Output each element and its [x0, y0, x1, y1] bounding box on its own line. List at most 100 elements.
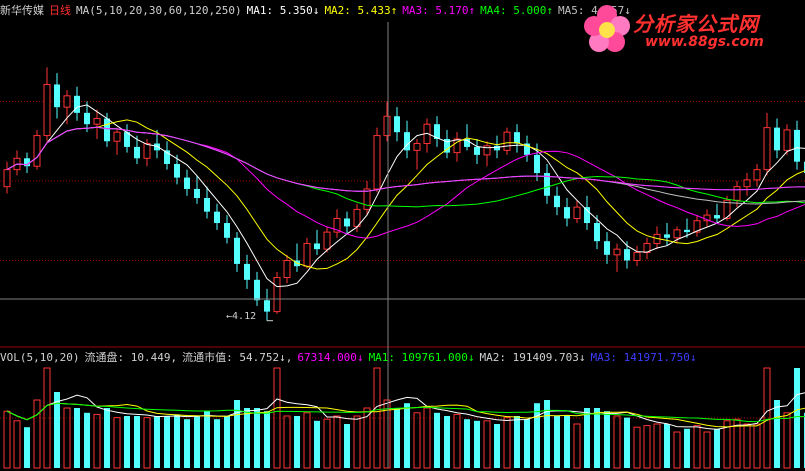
candle-body	[673, 229, 681, 239]
volume-bar	[184, 419, 190, 468]
candle-body	[3, 169, 11, 188]
ma3-value: MA3: 5.170↑	[402, 4, 476, 17]
volume-bar	[643, 425, 651, 469]
volume-bar	[613, 415, 621, 469]
candle-body	[204, 198, 210, 212]
volume-bar	[444, 416, 450, 468]
candle-body	[113, 131, 121, 142]
volume-bar	[763, 367, 771, 469]
vol-ma2: MA2: 191409.703↓	[479, 351, 586, 364]
candle-body	[743, 179, 751, 188]
volume-bar	[174, 414, 180, 468]
candle-body	[273, 277, 281, 313]
candle-body	[373, 135, 381, 190]
volume-header: VOL(5,10,20) 流通盘: 10.449, 流通市值: 54.752↓, 67…	[0, 350, 701, 366]
candle-body	[184, 177, 190, 189]
volume-bar	[534, 403, 540, 468]
candle-body	[763, 127, 771, 171]
volume-bar	[794, 368, 800, 468]
volume-bar	[43, 367, 51, 469]
volume-bar	[353, 415, 361, 469]
volume-bar	[333, 415, 341, 469]
candle-body	[303, 242, 311, 267]
candle-body	[413, 143, 421, 151]
candle-body	[783, 129, 791, 151]
candle-body	[54, 84, 60, 108]
volume-bar	[104, 408, 110, 468]
logo-text: 分析家公式网	[633, 12, 759, 36]
volume-bar	[423, 407, 431, 469]
volume-bar	[344, 424, 350, 468]
volume-bar	[404, 403, 410, 468]
candle-body	[383, 115, 391, 137]
low-price-value: 4.12	[232, 311, 257, 322]
volume-bar	[604, 411, 610, 468]
volume-bar	[584, 408, 590, 468]
ma-params: MA(5,10,20,30,60,120,250)	[76, 4, 242, 17]
volume-bar	[483, 420, 491, 469]
candle-body	[604, 241, 610, 255]
candle-body	[514, 132, 520, 144]
kline-chart[interactable]	[0, 0, 805, 471]
candle-body	[684, 229, 690, 233]
vol-value: 67314.000↓	[297, 351, 364, 364]
volume-bar	[124, 416, 130, 468]
volume-bar	[244, 408, 250, 468]
volume-bar	[113, 417, 121, 469]
volume-bar	[194, 416, 200, 468]
candle-body	[503, 131, 511, 151]
candle-body	[143, 143, 151, 159]
volume-bar	[33, 399, 41, 469]
candle-body	[344, 218, 350, 227]
volume-bar	[84, 412, 90, 468]
volume-bar	[164, 416, 170, 468]
candle-body	[254, 279, 260, 301]
candle-body	[664, 234, 670, 238]
candle-body	[494, 145, 500, 151]
candle-body	[84, 112, 90, 125]
logo-url: www.88gs.com	[645, 34, 764, 50]
candle-body	[613, 248, 621, 256]
ma1-line	[6, 104, 805, 288]
volume-bar	[323, 418, 331, 469]
volume-bar	[204, 411, 210, 468]
candle-body	[283, 260, 291, 279]
site-logo: 分析家公式网 www.88gs.com	[579, 2, 799, 56]
low-price-label: ←4.12	[226, 311, 257, 322]
ma2-value: MA2: 5.433↑	[324, 4, 398, 17]
volume-bar	[434, 412, 440, 468]
vol-ma3: MA3: 141971.750↓	[590, 351, 697, 364]
price-header: 新华传媒 日线 MA(5,10,20,30,60,120,250) MA1: 5.35…	[0, 3, 636, 19]
volume-bar	[594, 408, 600, 468]
candle-body	[573, 206, 581, 219]
ma1-value: MA1: 5.350↓	[246, 4, 320, 17]
candle-body	[633, 252, 641, 262]
volume-bar	[573, 423, 581, 469]
volume-bar	[394, 408, 400, 468]
candle-body	[314, 243, 320, 250]
volume-bar	[503, 417, 511, 469]
volume-bar	[664, 424, 670, 468]
candle-body	[174, 163, 180, 178]
volume-bar	[693, 425, 701, 469]
volume-bar	[13, 420, 21, 469]
candle-body	[234, 237, 240, 264]
volume-bar	[93, 413, 101, 469]
volume-bar	[524, 419, 530, 468]
float-mcap: 流通市值: 54.752↓,	[182, 351, 293, 364]
candle-body	[554, 195, 560, 208]
candle-body	[594, 223, 600, 242]
volume-bar	[684, 428, 690, 468]
volume-bar	[294, 416, 300, 468]
flower-logo-icon	[584, 5, 630, 52]
candle-body	[733, 186, 741, 201]
candle-body	[33, 135, 41, 167]
candle-body	[794, 129, 800, 162]
candle-body	[244, 263, 250, 280]
volume-bar	[224, 416, 230, 468]
candle-body	[474, 146, 480, 155]
candle-body	[74, 95, 80, 113]
volume-bar	[143, 417, 151, 469]
candle-body	[154, 143, 160, 151]
volume-bar	[264, 411, 270, 468]
